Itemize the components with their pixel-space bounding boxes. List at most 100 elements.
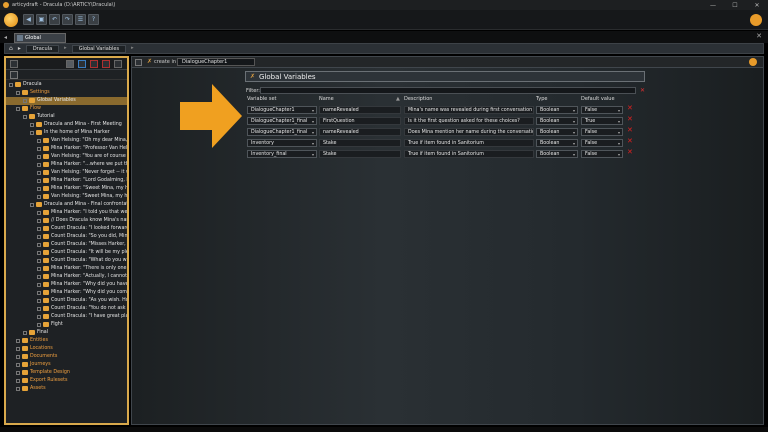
variable-set-select[interactable]: DialogueChapter1 ▾	[247, 106, 317, 114]
variable-set-select[interactable]: DialogueChapter1_final ▾	[247, 117, 317, 125]
tree-node[interactable]: Journeys	[6, 361, 127, 369]
expand-toggle-icon[interactable]	[23, 115, 27, 119]
variable-name-field[interactable]: Stake	[319, 139, 401, 147]
default-value-select[interactable]: False ▾	[581, 150, 623, 158]
tree-node[interactable]: Settings	[6, 89, 127, 97]
expand-toggle-icon[interactable]	[37, 307, 41, 311]
table-row[interactable]: DialogueChapter1_final ▾ FirstQuestion Is i…	[246, 116, 646, 126]
expand-toggle-icon[interactable]	[16, 91, 20, 95]
variable-type-select[interactable]: Boolean ▾	[536, 117, 578, 125]
tree-node[interactable]: Documents	[6, 353, 127, 361]
expand-toggle-icon[interactable]	[37, 187, 41, 191]
column-header-name[interactable]: Name	[319, 96, 334, 102]
dropdown-caret-icon[interactable]: ▾	[618, 118, 620, 124]
expand-toggle-icon[interactable]	[37, 267, 41, 271]
tree-node[interactable]: Dracula	[6, 81, 127, 89]
tree-node[interactable]: Count Dracula: "So you did, Mina Mina...	[6, 233, 127, 241]
dropdown-caret-icon[interactable]: ▾	[573, 129, 575, 135]
variable-description-field[interactable]: Does Mina mention her name during the co…	[404, 128, 534, 136]
help-icon[interactable]: ?	[88, 14, 99, 25]
expand-toggle-icon[interactable]	[16, 339, 20, 343]
expand-toggle-icon[interactable]	[23, 331, 27, 335]
tree-node[interactable]: Dracula and Mina - First Meeting	[6, 121, 127, 129]
tab-scroll-left-icon[interactable]: ◂	[4, 34, 7, 41]
expand-toggle-icon[interactable]	[16, 379, 20, 383]
expand-toggle-icon[interactable]	[16, 347, 20, 351]
close-tab-icon[interactable]: ✕	[756, 32, 762, 40]
default-value-select[interactable]: False ▾	[581, 128, 623, 136]
expand-toggle-icon[interactable]	[37, 147, 41, 151]
expand-toggle-icon[interactable]	[37, 227, 41, 231]
tree-node[interactable]: Mina Harker: "Lord Godalming, Mr. Mo...	[6, 177, 127, 185]
variable-type-select[interactable]: Boolean ▾	[536, 128, 578, 136]
tree-node[interactable]: Global Variables	[6, 97, 127, 105]
tree-node[interactable]: Count Dracula: "It will be my pleasure..…	[6, 249, 127, 257]
tree-node[interactable]: Mina Harker: "Sweet Mina, my heart ac...	[6, 185, 127, 193]
variable-type-select[interactable]: Boolean ▾	[536, 150, 578, 158]
expand-toggle-icon[interactable]	[37, 259, 41, 263]
tree-node[interactable]: Van Helsing: "Never forget -- it was not…	[6, 169, 127, 177]
tree-node[interactable]: Count Dracula: "As you wish. However,...	[6, 297, 127, 305]
minimize-button[interactable]: —	[702, 0, 724, 10]
delete-variable-icon[interactable]: ✕	[627, 149, 633, 157]
filter-input[interactable]	[260, 87, 636, 94]
tree-node[interactable]: Count Dracula: "I looked forward to it M…	[6, 225, 127, 233]
variable-set-select[interactable]: Inventory ▾	[247, 139, 317, 147]
table-row[interactable]: DialogueChapter1 ▾ nameRevealed Mina's name…	[246, 105, 646, 115]
undo-icon[interactable]: ↶	[49, 14, 60, 25]
default-value-select[interactable]: False ▾	[581, 139, 623, 147]
tree-node[interactable]: Tutorial	[6, 113, 127, 121]
tree-node[interactable]: Mina Harker: "Professor Van Helsing, W..…	[6, 145, 127, 153]
app-menu-logo-icon[interactable]	[4, 13, 18, 27]
expand-toggle-icon[interactable]	[30, 123, 34, 127]
tree-node[interactable]: Mina Harker: "Why did you come to Lo...	[6, 289, 127, 297]
create-in-select[interactable]: DialogueChapter1	[177, 58, 255, 66]
search-icon[interactable]	[90, 60, 98, 68]
save-icon[interactable]: ▣	[36, 14, 47, 25]
sync-icon[interactable]	[78, 60, 86, 68]
variable-type-select[interactable]: Boolean ▾	[536, 106, 578, 114]
variable-name-field[interactable]: nameRevealed	[319, 106, 401, 114]
tree-node[interactable]: Template Design	[6, 369, 127, 377]
settings-icon[interactable]: ☰	[75, 14, 86, 25]
home-icon[interactable]: ⌂	[9, 45, 13, 52]
tree-node[interactable]: Count Dracula: "Misses Harker, if you pl…	[6, 241, 127, 249]
warning-icon[interactable]	[102, 60, 110, 68]
expand-toggle-icon[interactable]	[37, 171, 41, 175]
expand-toggle-icon[interactable]	[37, 163, 41, 167]
expand-toggle-icon[interactable]	[37, 195, 41, 199]
dropdown-caret-icon[interactable]: ▾	[312, 140, 314, 146]
dropdown-caret-icon[interactable]: ▾	[618, 140, 620, 146]
expand-toggle-icon[interactable]	[9, 83, 13, 87]
variable-description-field[interactable]: Mina's name was revealed during first co…	[404, 106, 534, 114]
dropdown-caret-icon[interactable]: ▾	[573, 151, 575, 157]
variable-name-field[interactable]: Stake	[319, 150, 401, 158]
default-value-select[interactable]: False ▾	[581, 106, 623, 114]
column-header-default-value[interactable]: Default value	[581, 96, 615, 102]
dropdown-caret-icon[interactable]: ▾	[312, 129, 314, 135]
tab-global-variables[interactable]: Global Variables	[14, 33, 66, 49]
expand-toggle-icon[interactable]	[23, 99, 27, 103]
expand-toggle-icon[interactable]	[37, 243, 41, 247]
column-header-type[interactable]: Type	[536, 96, 547, 102]
table-row[interactable]: Inventory_final ▾ Stake True if item found …	[246, 149, 646, 159]
breadcrumb-item-dracula[interactable]: Dracula	[25, 44, 60, 53]
view-mode-icon[interactable]	[10, 60, 18, 68]
expand-toggle-icon[interactable]	[37, 283, 41, 287]
dropdown-caret-icon[interactable]: ▾	[573, 107, 575, 113]
expand-toggle-icon[interactable]	[30, 203, 34, 207]
expand-toggle-icon[interactable]	[37, 219, 41, 223]
column-header-variable-set[interactable]: Variable set	[247, 96, 276, 102]
expand-toggle-icon[interactable]	[16, 355, 20, 359]
property-sheet-icon[interactable]	[749, 58, 757, 66]
variable-type-select[interactable]: Boolean ▾	[536, 139, 578, 147]
tree-node[interactable]: Flow	[6, 105, 127, 113]
tree-node[interactable]: Count Dracula: "What do you want to kn..…	[6, 257, 127, 265]
tree-node[interactable]: Mina Harker: "Why did you have to kill..…	[6, 281, 127, 289]
expand-toggle-icon[interactable]	[37, 235, 41, 239]
dropdown-caret-icon[interactable]: ▾	[618, 129, 620, 135]
expand-toggle-icon[interactable]	[30, 131, 34, 135]
delete-variable-icon[interactable]: ✕	[627, 116, 633, 124]
tree-node[interactable]: Mina Harker: "Actually, I cannot think o…	[6, 273, 127, 281]
nav-forward-icon[interactable]: ▸	[18, 45, 21, 52]
